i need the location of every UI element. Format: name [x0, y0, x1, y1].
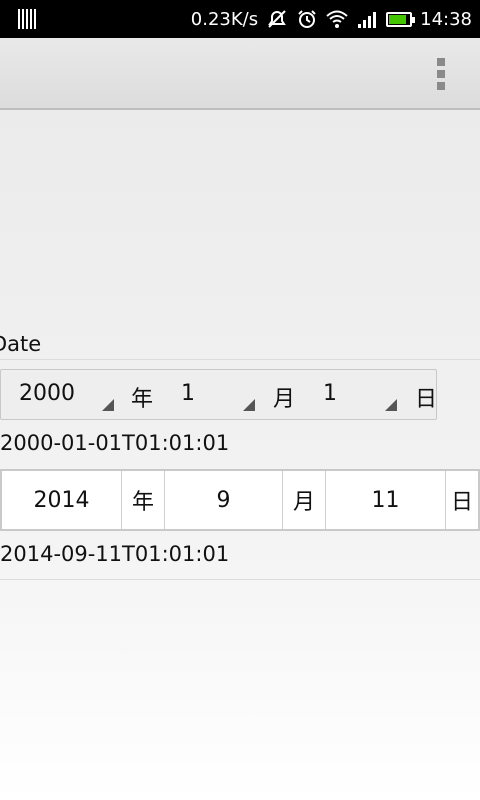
day-spinner[interactable]: 1: [303, 370, 403, 419]
date-result-2: 2014-09-11T01:01:01: [0, 542, 230, 566]
day-unit-label: 日: [415, 387, 438, 412]
notification-off-icon: [266, 9, 288, 29]
year-unit-label: 年: [131, 387, 154, 412]
month-spinner[interactable]: 1: [161, 370, 261, 419]
year-unit-label: 年: [122, 471, 165, 529]
network-speed: 0.23K/s: [190, 8, 259, 30]
year-spinner[interactable]: 2000: [1, 370, 121, 419]
section-label: Date: [0, 332, 42, 356]
overflow-menu-icon[interactable]: [436, 58, 446, 90]
dropdown-arrow-icon: [385, 399, 397, 411]
dropdown-arrow-icon: [102, 399, 114, 411]
signal-icon: [356, 9, 378, 29]
status-bar: 0.23K/s 14:38: [0, 0, 480, 38]
date-result-1: 2000-01-01T01:01:01: [0, 431, 230, 455]
alarm-icon: [296, 9, 318, 29]
month-field[interactable]: 9: [165, 471, 283, 529]
battery-icon: [386, 11, 416, 27]
wifi-icon: [326, 9, 348, 29]
status-bar-right: 0.23K/s 14:38: [191, 0, 472, 38]
month-unit-label: 月: [283, 471, 326, 529]
divider: [0, 579, 480, 580]
clock: 14:38: [420, 8, 472, 30]
date-picker-compact: 2000 年 1 月 1 日: [0, 369, 437, 420]
day-field[interactable]: 11: [326, 471, 446, 529]
dropdown-arrow-icon: [243, 399, 255, 411]
day-unit-label: 日: [450, 490, 473, 515]
divider: [0, 359, 480, 360]
year-field[interactable]: 2014: [2, 471, 122, 529]
date-picker-spinner: 2014 年 9 月 11 日: [0, 469, 480, 531]
action-bar: [0, 38, 480, 110]
month-unit-label: 月: [273, 387, 296, 412]
content-area: [0, 110, 480, 800]
sim-icon: [18, 9, 36, 29]
